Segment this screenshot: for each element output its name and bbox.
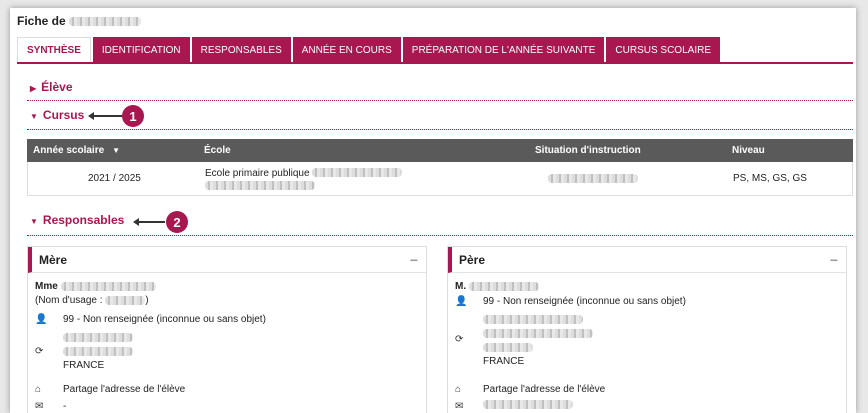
- col-annee-scolaire[interactable]: Année scolaire ▼: [33, 139, 120, 162]
- pere-email-row: ✉: [455, 400, 573, 413]
- tab-underline: [17, 62, 853, 64]
- table-header: Année scolaire ▼ École Situation d'instr…: [27, 139, 853, 162]
- callout-badge-1: 1: [122, 105, 144, 127]
- mail-icon: ✉: [455, 401, 464, 412]
- mere-name-line: Mme: [35, 280, 419, 294]
- redacted-address-line1: [63, 332, 133, 342]
- person-icon: 👤: [455, 296, 468, 307]
- cursus-table: Année scolaire ▼ École Situation d'instr…: [27, 139, 853, 196]
- mere-share-row: ⌂ Partage l'adresse de l'élève: [35, 383, 185, 397]
- panel-pere-header: Père −: [448, 247, 846, 273]
- pere-pays: FRANCE: [483, 356, 525, 367]
- page-title-label: Fiche de: [17, 14, 66, 28]
- caret-down-icon: ▼: [30, 217, 38, 226]
- section-responsables[interactable]: ▼ Responsables: [30, 213, 124, 227]
- refresh-icon: ⟳: [455, 334, 464, 345]
- redacted-pere-name: [468, 281, 539, 291]
- mere-pays: FRANCE: [63, 360, 105, 371]
- pere-civilite: M.: [455, 281, 467, 292]
- table-row: 2021 / 2025 Ecole primaire publique PS, …: [27, 162, 853, 196]
- section-eleve-label: Élève: [41, 80, 73, 94]
- cell-ecole: Ecole primaire publique: [205, 162, 403, 195]
- tab-preparation[interactable]: PRÉPARATION DE L'ANNÉE SUIVANTE: [402, 37, 605, 63]
- tab-responsables[interactable]: RESPONSABLES: [191, 37, 291, 63]
- cell-situation: [548, 162, 638, 195]
- pere-address-row: ⟳ FRANCE: [455, 313, 593, 369]
- pere-profession-row: 👤 99 - Non renseignée (inconnue ou sans …: [455, 295, 686, 309]
- mere-email-row: ✉ -: [35, 400, 66, 413]
- redacted-pere-email: [483, 400, 573, 409]
- section-cursus-label: Cursus: [42, 108, 85, 122]
- caret-down-icon: ▼: [30, 112, 38, 121]
- tab-cursus-scolaire[interactable]: CURSUS SCOLAIRE: [606, 37, 720, 63]
- person-icon: 👤: [35, 314, 48, 325]
- refresh-icon: ⟳: [35, 346, 44, 357]
- col-niveau: Niveau: [732, 145, 765, 156]
- pere-profession: 99 - Non renseignée (inconnue ou sans ob…: [483, 296, 686, 307]
- cell-ecole-label: Ecole primaire publique: [205, 167, 310, 179]
- callout-arrow-1: [88, 112, 122, 120]
- mere-civilite: Mme: [35, 281, 58, 292]
- tab-annee-en-cours[interactable]: ANNÉE EN COURS: [292, 37, 401, 63]
- collapse-icon[interactable]: −: [410, 252, 418, 268]
- redacted-school: [312, 168, 403, 178]
- divider: [27, 235, 853, 236]
- mere-adresse: Partage l'adresse de l'élève: [63, 384, 186, 395]
- panel-mere: Mère − Mme (Nom d'usage : ) 👤 99 - Non r…: [27, 246, 427, 413]
- sort-desc-icon[interactable]: ▼: [112, 146, 120, 155]
- mere-profession-row: 👤 99 - Non renseignée (inconnue ou sans …: [35, 313, 266, 327]
- redacted-situation: [548, 174, 638, 183]
- mere-email: -: [63, 401, 67, 412]
- caret-right-icon: ▶: [30, 84, 37, 93]
- callout-badge-2: 2: [166, 211, 188, 233]
- col-situation: Situation d'instruction: [535, 145, 641, 156]
- pere-adresse: Partage l'adresse de l'élève: [483, 384, 606, 395]
- panel-mere-title: Mère: [39, 252, 68, 267]
- panel-mere-header: Mère −: [28, 247, 426, 273]
- tab-bar: SYNTHÈSE IDENTIFICATION RESPONSABLES ANN…: [17, 37, 722, 63]
- redacted-address-line2: [63, 346, 133, 356]
- section-eleve[interactable]: ▶ Élève: [30, 80, 73, 94]
- home-icon: ⌂: [35, 384, 42, 395]
- page-title: Fiche de: [17, 14, 142, 28]
- panel-pere: Père − M. 👤 99 - Non renseignée (inconnu…: [447, 246, 847, 413]
- cell-niveau: PS, MS, GS, GS: [733, 173, 807, 184]
- mere-usage-label: (Nom d'usage :: [35, 295, 103, 306]
- mere-address-row: ⟳ FRANCE: [35, 331, 133, 373]
- redacted-address-line2: [483, 328, 593, 338]
- callout-arrow-2: [133, 218, 165, 226]
- pere-name-line: M.: [455, 280, 839, 294]
- redacted-mere-usage: [105, 295, 146, 305]
- mere-usage-close: ): [145, 295, 149, 306]
- mere-usage-line: (Nom d'usage : ): [35, 294, 419, 308]
- redacted-address-line3: [483, 342, 533, 352]
- redacted-address-line1: [483, 314, 583, 324]
- col-annee-label: Année scolaire: [33, 145, 105, 156]
- mail-icon: ✉: [35, 401, 44, 412]
- cell-annee: 2021 / 2025: [88, 173, 141, 184]
- panel-pere-title: Père: [459, 252, 486, 267]
- collapse-icon[interactable]: −: [830, 252, 838, 268]
- redacted-student-name: [69, 17, 142, 27]
- divider: [27, 100, 853, 101]
- tab-synthese[interactable]: SYNTHÈSE: [17, 37, 91, 63]
- section-cursus[interactable]: ▼ Cursus: [30, 108, 84, 122]
- section-responsables-label: Responsables: [42, 213, 125, 227]
- divider: [27, 129, 853, 130]
- redacted-school-line2: [205, 180, 315, 190]
- student-record-window: Fiche de SYNTHÈSE IDENTIFICATION RESPONS…: [10, 8, 856, 413]
- home-icon: ⌂: [455, 384, 462, 395]
- redacted-mere-name: [60, 281, 156, 291]
- panel-mere-body: Mme (Nom d'usage : ) 👤 99 - Non renseign…: [28, 273, 426, 412]
- pere-share-row: ⌂ Partage l'adresse de l'élève: [455, 383, 605, 397]
- mere-profession: 99 - Non renseignée (inconnue ou sans ob…: [63, 314, 266, 325]
- col-ecole: École: [204, 145, 231, 156]
- panel-pere-body: M. 👤 99 - Non renseignée (inconnue ou sa…: [448, 273, 846, 412]
- tab-identification[interactable]: IDENTIFICATION: [92, 37, 190, 63]
